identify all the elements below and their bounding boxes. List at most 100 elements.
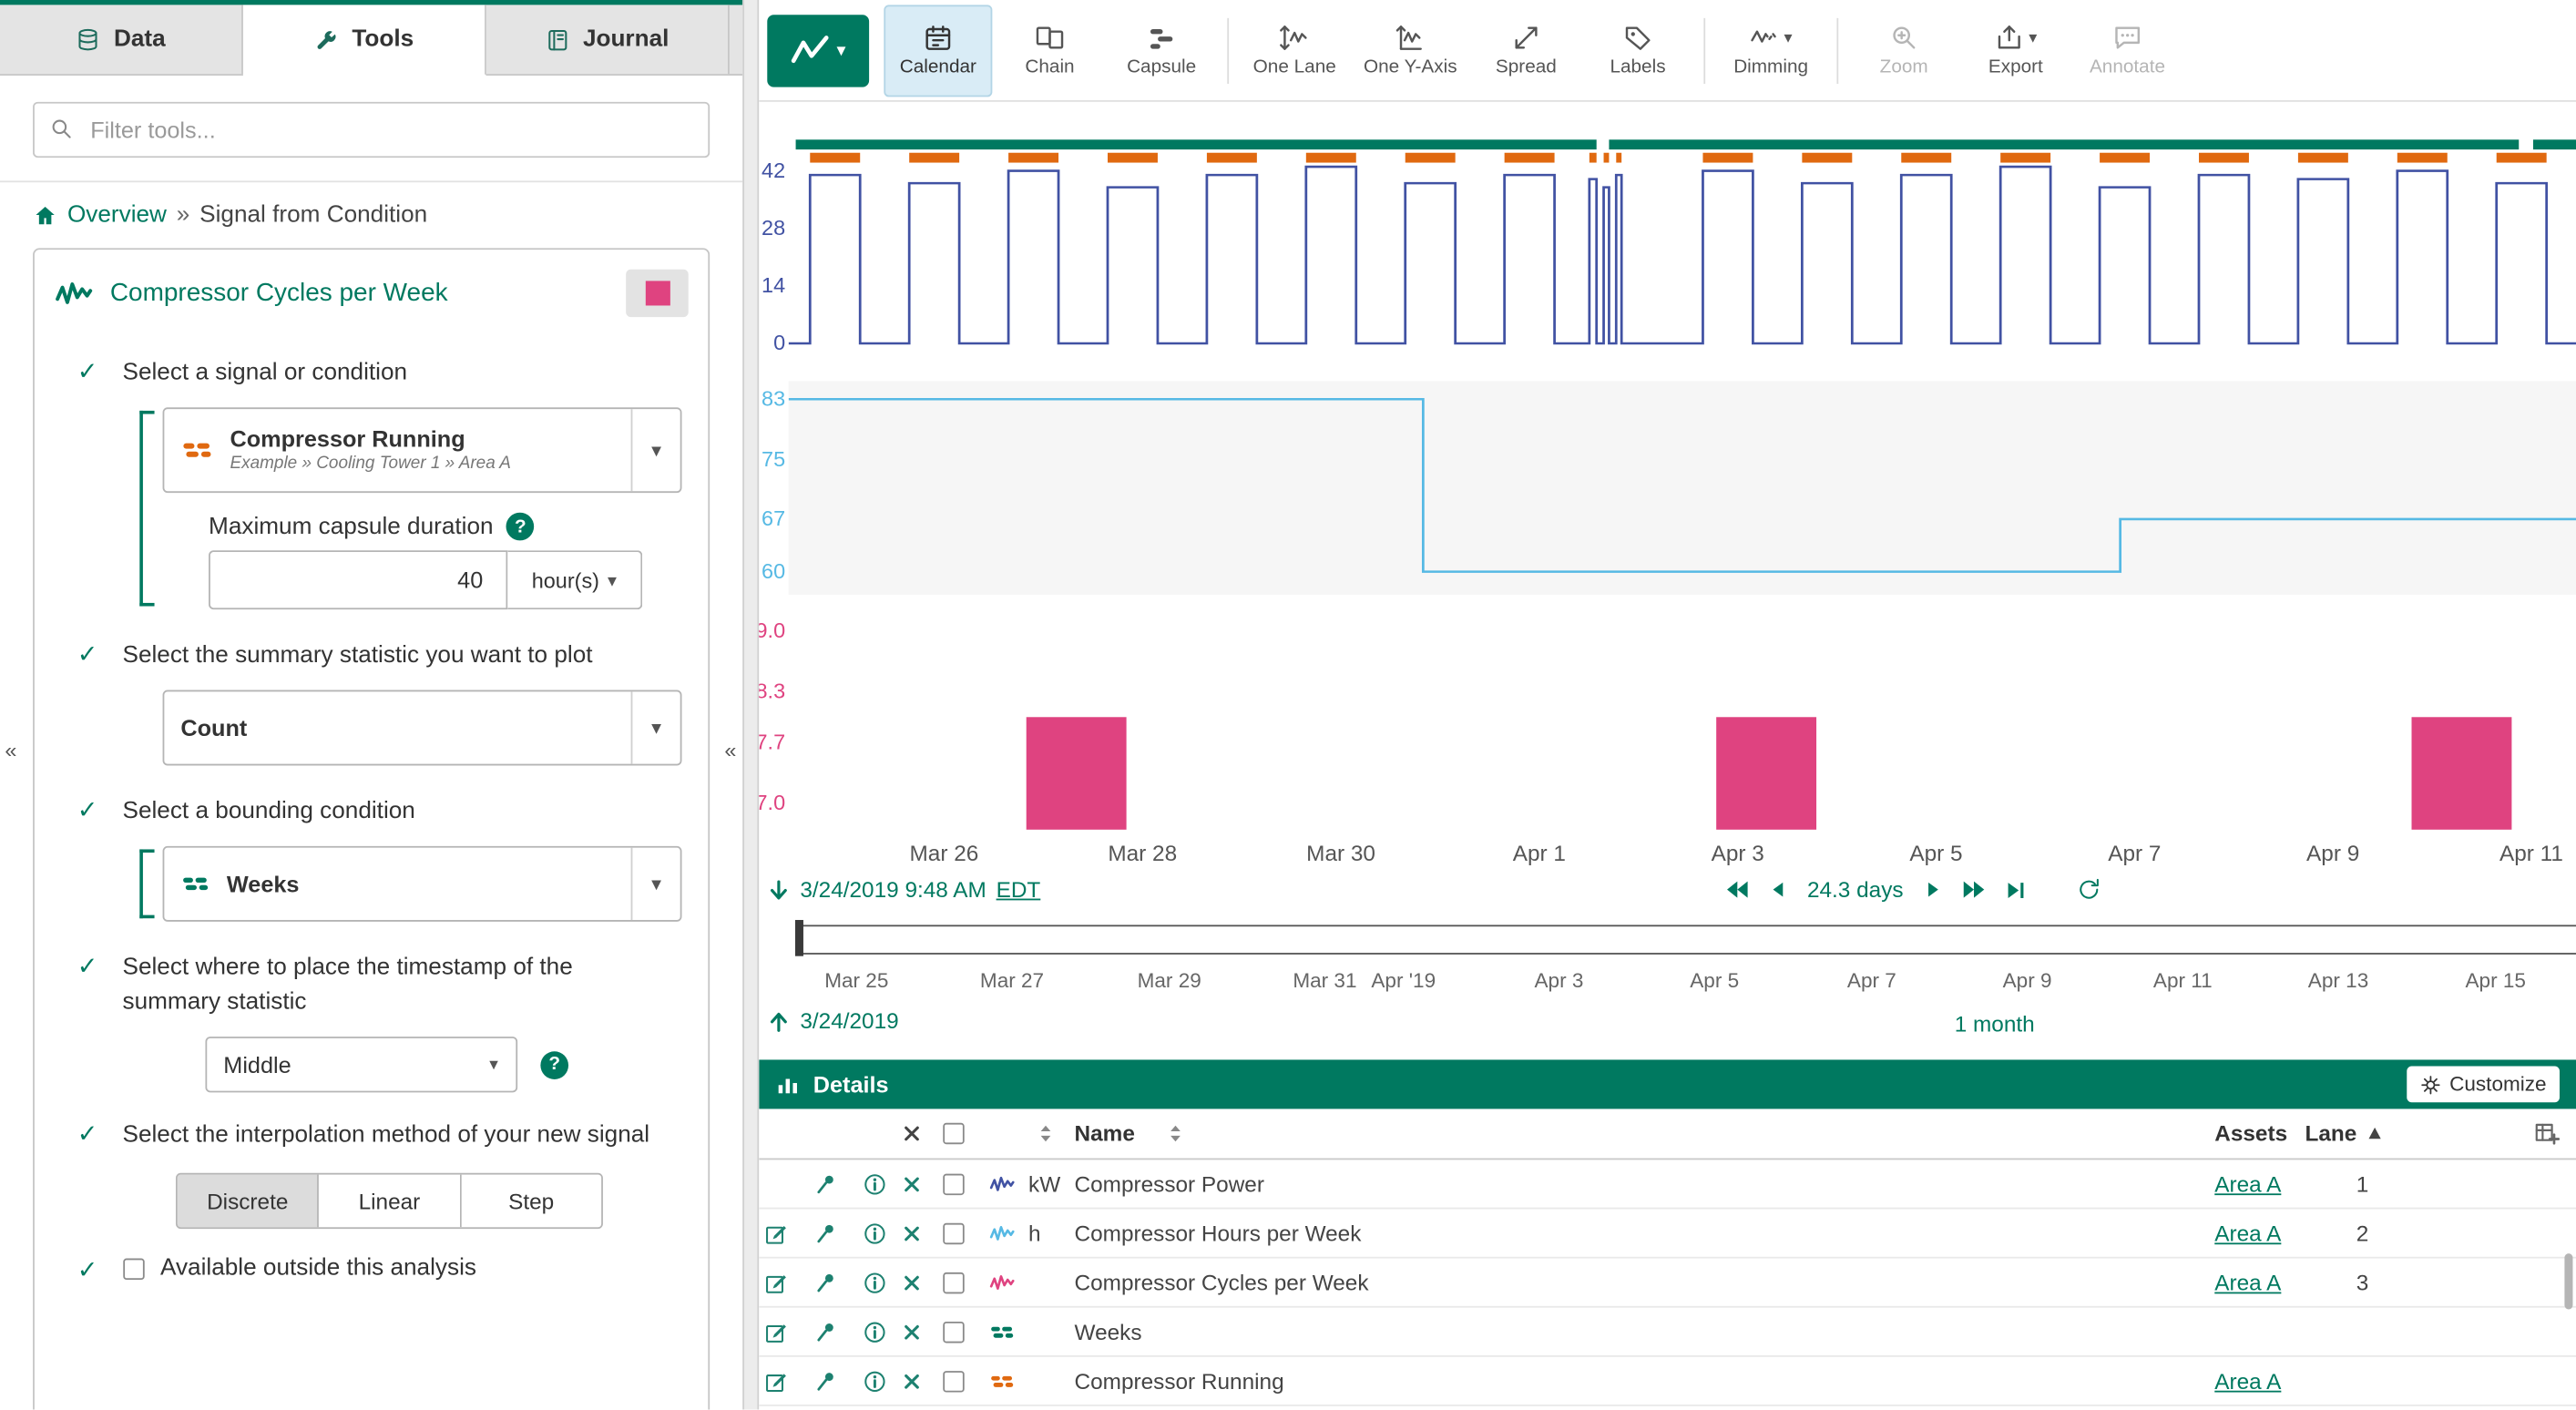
max-capsule-duration-input[interactable]	[209, 550, 507, 609]
select-all-checkbox[interactable]	[943, 1123, 964, 1144]
pin-icon[interactable]	[815, 1221, 838, 1244]
timeline-selected-range[interactable]	[800, 925, 2576, 954]
running-capsule[interactable]	[1108, 153, 1158, 163]
running-capsule[interactable]	[1406, 153, 1456, 163]
y-axis-tick[interactable]: 7.7	[759, 730, 785, 756]
toolbar-item-zoom[interactable]: Zoom	[1850, 5, 1958, 97]
weeks-capsule[interactable]	[1609, 139, 2519, 149]
available-outside-checkbox[interactable]	[123, 1258, 144, 1279]
interpolation-discrete-button[interactable]: Discrete	[178, 1175, 320, 1228]
y-axis-tick[interactable]: 42	[759, 158, 785, 184]
running-capsule[interactable]	[1306, 153, 1356, 163]
step-back-full-button[interactable]	[1725, 877, 1750, 902]
help-icon[interactable]	[506, 513, 535, 541]
timestamp-placement-select[interactable]: Middle	[205, 1037, 517, 1092]
view-mode-button[interactable]	[767, 14, 869, 86]
step-to-end-button[interactable]	[2004, 878, 2027, 901]
item-name[interactable]: Compressor Power	[1075, 1171, 1264, 1196]
edit-icon[interactable]	[764, 1319, 789, 1344]
row-checkbox[interactable]	[943, 1321, 964, 1342]
row-checkbox[interactable]	[943, 1272, 964, 1292]
toolbar-item-labels[interactable]: Labels	[1584, 5, 1692, 97]
refresh-icon[interactable]	[2076, 877, 2101, 902]
pin-icon[interactable]	[815, 1271, 838, 1293]
info-icon[interactable]	[863, 1270, 887, 1294]
cycles-bar[interactable]	[1716, 717, 1816, 830]
running-capsule[interactable]	[2100, 153, 2150, 163]
y-axis-tick[interactable]: 8.3	[759, 678, 785, 704]
y-axis-tick[interactable]: 28	[759, 215, 785, 241]
running-capsule[interactable]	[2497, 153, 2547, 163]
y-axis-tick[interactable]: 9.0	[759, 618, 785, 644]
tab-data[interactable]: Data	[0, 5, 243, 74]
color-picker-button[interactable]	[626, 270, 689, 317]
toolbar-item-export[interactable]: Export	[1961, 5, 2070, 97]
interpolation-linear-button[interactable]: Linear	[319, 1175, 461, 1228]
cycles-bar[interactable]	[1027, 717, 1127, 830]
statistic-select[interactable]: Count	[163, 690, 682, 766]
asset-link[interactable]: Area A	[2214, 1270, 2281, 1294]
running-capsule[interactable]	[1207, 153, 1257, 163]
investigate-duration-label[interactable]: 1 month	[1955, 1012, 2035, 1037]
pin-icon[interactable]	[815, 1172, 838, 1195]
edit-icon[interactable]	[764, 1368, 789, 1393]
info-icon[interactable]	[863, 1171, 887, 1196]
customize-button[interactable]: Customize	[2407, 1067, 2560, 1103]
step-forward-button[interactable]	[1921, 879, 1942, 900]
running-capsule[interactable]	[1802, 153, 1852, 163]
item-name[interactable]: Weeks	[1075, 1319, 1142, 1344]
remove-icon[interactable]	[902, 1174, 922, 1194]
timezone-link[interactable]: EDT	[997, 877, 1041, 902]
step-back-button[interactable]	[1768, 879, 1789, 900]
toolbar-item-annotate[interactable]: Annotate	[2073, 5, 2182, 97]
pin-icon[interactable]	[815, 1369, 838, 1392]
column-lane[interactable]: Lane	[2305, 1121, 2356, 1146]
info-icon[interactable]	[863, 1368, 887, 1393]
info-icon[interactable]	[863, 1221, 887, 1245]
running-capsule[interactable]	[1604, 153, 1610, 163]
y-axis-tick[interactable]: 67	[759, 506, 785, 533]
running-capsule[interactable]	[2000, 153, 2050, 163]
timeline-left-handle[interactable]	[795, 920, 803, 956]
toolbar-item-capsule[interactable]: Capsule	[1108, 5, 1216, 97]
weeks-capsule[interactable]	[2533, 139, 2576, 149]
breadcrumb-overview-link[interactable]: Overview	[67, 202, 167, 229]
range-duration-label[interactable]: 24.3 days	[1807, 877, 1904, 902]
row-checkbox[interactable]	[943, 1222, 964, 1243]
compressor-power-series[interactable]	[789, 167, 2576, 343]
asset-link[interactable]: Area A	[2214, 1368, 2281, 1393]
running-capsule[interactable]	[2199, 153, 2249, 163]
sort-icon[interactable]	[1165, 1123, 1186, 1144]
edit-icon[interactable]	[764, 1221, 789, 1245]
asset-link[interactable]: Area A	[2214, 1221, 2281, 1245]
toolbar-item-dimming[interactable]: Dimming	[1717, 5, 1825, 97]
toolbar-item-spread[interactable]: Spread	[1472, 5, 1580, 97]
range-start-label[interactable]: 3/24/2019 9:48 AM	[800, 877, 986, 902]
toolbar-item-calendar[interactable]: Calendar	[884, 5, 992, 97]
remove-icon[interactable]	[902, 1272, 922, 1292]
remove-icon[interactable]	[902, 1371, 922, 1391]
step-forward-full-button[interactable]	[1961, 877, 1986, 902]
running-capsule[interactable]	[909, 153, 959, 163]
running-capsule[interactable]	[2298, 153, 2348, 163]
row-checkbox[interactable]	[943, 1370, 964, 1391]
info-icon[interactable]	[863, 1319, 887, 1344]
signal-select[interactable]: Compressor Running Example » Cooling Tow…	[163, 407, 682, 493]
running-capsule[interactable]	[1702, 153, 1753, 163]
tab-tools[interactable]: Tools	[243, 5, 486, 76]
edit-icon[interactable]	[764, 1270, 789, 1294]
running-capsule[interactable]	[1505, 153, 1555, 163]
item-name[interactable]: Compressor Cycles per Week	[1075, 1270, 1369, 1294]
running-capsule[interactable]	[1616, 153, 1621, 163]
pin-icon[interactable]	[815, 1320, 838, 1343]
running-capsule[interactable]	[1590, 153, 1597, 163]
item-name[interactable]: Compressor Running	[1075, 1368, 1284, 1393]
trend-chart[interactable]: 4228140837567609.08.37.77.0Mar 26Mar 28M…	[759, 102, 2576, 871]
toolbar-item-chain[interactable]: Chain	[996, 5, 1104, 97]
collapse-left-button[interactable]	[5, 738, 16, 762]
y-axis-tick[interactable]: 83	[759, 386, 785, 413]
row-checkbox[interactable]	[943, 1173, 964, 1194]
duration-unit-select[interactable]: hour(s)	[507, 550, 642, 609]
y-axis-tick[interactable]: 14	[759, 272, 785, 299]
running-capsule[interactable]	[2397, 153, 2448, 163]
